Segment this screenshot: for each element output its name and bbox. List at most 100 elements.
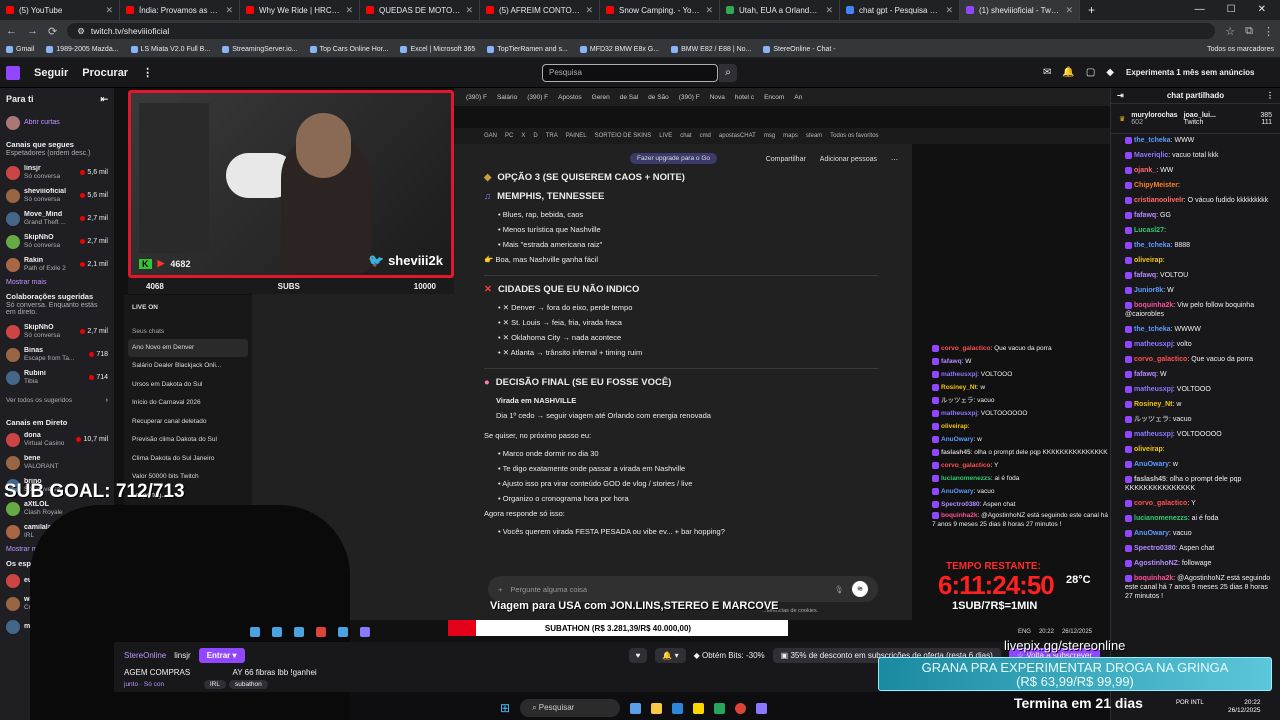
sidebar-channel[interactable]: Move_Mind Grand Theft ... 2,7 mil (6, 207, 108, 230)
reload-icon[interactable]: ⟳ (48, 25, 57, 38)
minimize-icon[interactable]: — (1195, 0, 1205, 20)
chat-username[interactable]: Lucasl27 (1134, 227, 1164, 234)
chat-username[interactable]: matheusxpj (1134, 341, 1173, 348)
chat-username[interactable]: the_tcheka (1134, 326, 1171, 333)
browser-tab[interactable]: Why We Ride | HRC Rally Raid ✕ (240, 0, 360, 20)
url-field[interactable]: ⚙ twitch.tv/sheviiioficial (67, 23, 1216, 39)
tag-subathon[interactable]: subathon (229, 680, 268, 689)
chat-username[interactable]: Rosiney_Nt (1134, 401, 1173, 408)
browser-tab[interactable]: Índia: Provamos as Comidas de ✕ (120, 0, 240, 20)
system-clock[interactable]: 20:22 26/12/2025 (1228, 699, 1261, 715)
bookmark-item[interactable]: Gmail (6, 46, 34, 53)
ad-free-promo[interactable]: Experimenta 1 mês sem anúncios (1126, 68, 1255, 77)
url-text[interactable]: twitch.tv/sheviiioficial (91, 26, 169, 36)
tab-close-icon[interactable]: ✕ (465, 5, 473, 16)
chat-username[interactable]: ojank_ (1134, 167, 1156, 174)
tab-close-icon[interactable]: ✕ (1065, 5, 1073, 16)
windows-start-icon[interactable]: ⊞ (500, 701, 510, 715)
back-icon[interactable]: ← (6, 25, 17, 37)
sidebar-channel[interactable]: SkipNhO Só conversa 2,7 mil (6, 320, 108, 343)
chat-username[interactable]: fafawq (1134, 272, 1156, 279)
more-icon[interactable]: ⋮ (142, 66, 153, 79)
new-tab-icon[interactable]: + (1080, 3, 1103, 17)
sidebar-channel[interactable]: SkipNhO Só conversa 2,7 mil (6, 230, 108, 253)
nav-browse[interactable]: Procurar (82, 67, 128, 79)
forward-icon[interactable]: → (27, 25, 38, 37)
browser-tab[interactable]: chat gpt - Pesquisa Google ✕ (840, 0, 960, 20)
chat-username[interactable]: matheusxpj (1134, 386, 1173, 393)
gifter-2-name[interactable]: joao_lui... (1184, 112, 1216, 119)
browser-tab[interactable]: (1) sheviiioficial - Twitch ✕ (960, 0, 1080, 20)
sidebar-channel[interactable]: linsjr Só conversa 5,6 mil (6, 161, 108, 184)
chat-username[interactable]: the_tcheka (1134, 242, 1171, 249)
collab-user[interactable]: linsjr (174, 651, 190, 660)
open-shorts[interactable]: Abrir curtas (6, 111, 108, 134)
taskbar-search[interactable]: ⌕ Pesquisar (520, 699, 621, 717)
browser-tab[interactable]: (5) AFREIM CONTOU PORQUE ✕ (480, 0, 600, 20)
all-bookmarks[interactable]: Todos os marcadores (1207, 46, 1274, 53)
chat-username[interactable]: lucianomenezzs (1134, 515, 1188, 522)
chat-username[interactable]: Maveriqlic (1134, 152, 1168, 159)
streamer-name[interactable]: StereOnline (124, 651, 166, 660)
enter-button[interactable]: Entrar ▾ (198, 648, 245, 663)
edge-icon[interactable] (672, 702, 684, 714)
chat-username[interactable]: oliveirap (1134, 446, 1163, 453)
bookmark-item[interactable]: StreamingServer.io... (222, 46, 298, 53)
chat-username[interactable]: corvo_galactico (1134, 500, 1187, 507)
crown-icon[interactable]: ◆ (1106, 67, 1114, 78)
chat-username[interactable]: fafawq (1134, 371, 1156, 378)
search-input[interactable]: Pesquisa (542, 64, 718, 82)
notifications-icon[interactable]: 🔔 (1062, 67, 1074, 78)
chat-username[interactable]: ルッツェラ (1134, 416, 1169, 423)
window-controls[interactable]: — ☐ ✕ (1181, 0, 1280, 20)
tab-close-icon[interactable]: ✕ (345, 5, 353, 16)
language-indicator[interactable]: POR INTL (1176, 700, 1204, 707)
app-icon[interactable] (714, 702, 726, 714)
tab-close-icon[interactable]: ✕ (705, 5, 713, 16)
tag-irl[interactable]: IRL (203, 680, 226, 689)
chat-username[interactable]: faslash45 (1134, 476, 1166, 483)
chat-username[interactable]: boquinha2k (1134, 575, 1173, 582)
bookmark-item[interactable]: StereOnline - Chat - (763, 46, 836, 53)
explorer-icon[interactable] (651, 702, 663, 714)
folder-icon[interactable] (693, 702, 705, 714)
show-more-link[interactable]: Mostrar mais (6, 279, 108, 286)
close-icon[interactable]: ✕ (1258, 0, 1266, 20)
tab-close-icon[interactable]: ✕ (225, 5, 233, 16)
chat-users-icon[interactable]: ⋮ (1266, 91, 1274, 100)
chrome-icon[interactable] (735, 702, 747, 714)
sidebar-channel[interactable]: dona Virtual Casino 10,7 mil (6, 428, 108, 451)
tab-close-icon[interactable]: ✕ (585, 5, 593, 16)
browser-tab[interactable]: (5) YouTube ✕ (0, 0, 120, 20)
chat-username[interactable]: AnuOwary (1134, 461, 1169, 468)
bookmark-item[interactable]: BMW E82 / E88 | No... (671, 46, 751, 53)
bookmark-item[interactable]: Top Cars Online Hor... (309, 46, 388, 53)
see-all-suggested[interactable]: Ver todos os sugeridos › (6, 389, 108, 412)
nav-follow[interactable]: Seguir (34, 67, 68, 79)
search-icon[interactable]: ⌕ (719, 64, 737, 82)
menu-icon[interactable]: ⋮ (1263, 25, 1274, 38)
bits-button[interactable]: ◆ Obtém Bits: -30% (694, 651, 765, 660)
tab-close-icon[interactable]: ✕ (945, 5, 953, 16)
twitch-logo-icon[interactable] (6, 65, 20, 80)
site-info-icon[interactable]: ⚙ (77, 26, 85, 37)
chat-username[interactable]: fafawq (1134, 212, 1156, 219)
app-icon[interactable] (756, 702, 768, 714)
chat-username[interactable]: oliveirap (1134, 257, 1163, 264)
collapse-chat-icon[interactable]: ⇥ (1117, 91, 1124, 100)
chat-username[interactable]: matheusxpj (1134, 431, 1173, 438)
bookmark-item[interactable]: Excel | Microsoft 365 (400, 46, 475, 53)
chat-username[interactable]: cristianoolivelr (1134, 197, 1184, 204)
gifter-1-name[interactable]: murylorochas (1131, 112, 1177, 119)
bookmark-item[interactable]: LS Miata V2.0 Full B... (130, 46, 210, 53)
extensions-icon[interactable]: ⧉ (1245, 25, 1253, 38)
chat-username[interactable]: the_tcheka (1134, 137, 1171, 144)
browser-tab[interactable]: Snow Camping. - YouTube ✕ (600, 0, 720, 20)
chat-username[interactable]: ChipyMeister (1134, 182, 1178, 189)
browser-tab[interactable]: Utah, EUA a Orlando, Florida, ✕ (720, 0, 840, 20)
collapse-icon[interactable]: ⇤ (100, 94, 108, 105)
tab-close-icon[interactable]: ✕ (825, 5, 833, 16)
followed-sort[interactable]: Espetadores (ordem desc.) (6, 150, 108, 157)
tab-close-icon[interactable]: ✕ (105, 5, 113, 16)
bookmark-item[interactable]: TopTierRamen and s... (487, 46, 568, 53)
